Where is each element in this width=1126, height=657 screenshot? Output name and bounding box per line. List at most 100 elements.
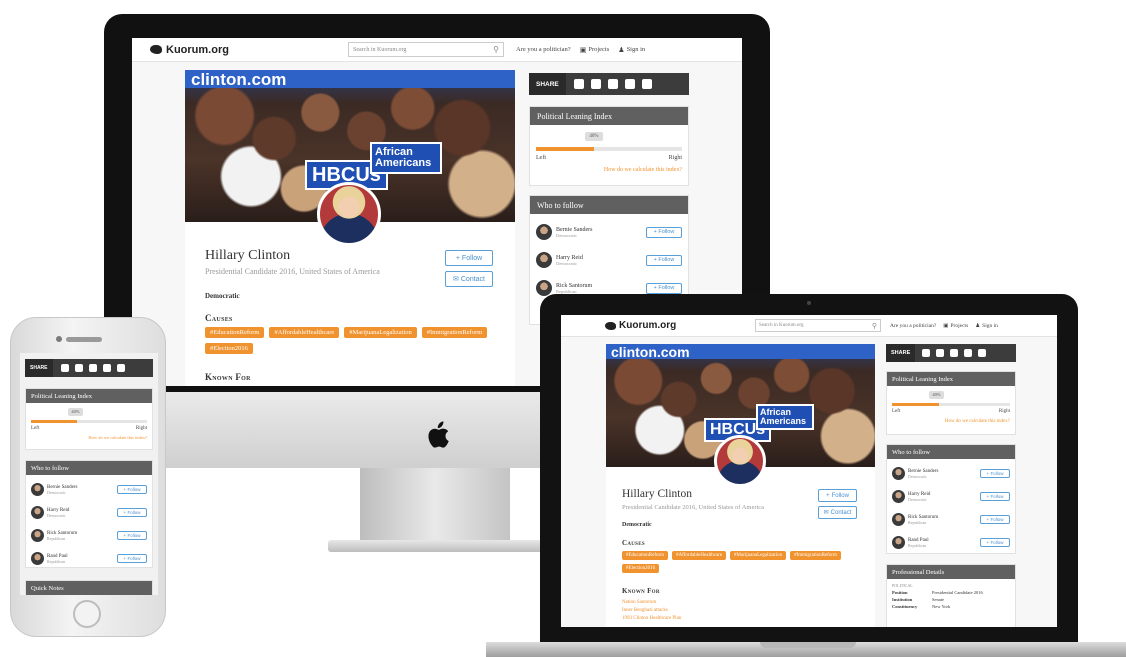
follow-person-button[interactable]: + Follow [980, 469, 1010, 478]
follow-label: Follow [658, 256, 675, 263]
imac-foot [328, 540, 542, 552]
cause-tag[interactable]: #EducationReform [205, 327, 265, 338]
projects-link[interactable]: ▣ Projects [580, 46, 610, 54]
follow-button[interactable]: + Follow [818, 489, 857, 502]
person-name[interactable]: Rick Santorum [556, 283, 592, 289]
politician-link[interactable]: Are you a politician? [516, 46, 571, 53]
list-item: Bernie Sanders Democratic + Follow [536, 218, 682, 246]
person-name[interactable]: Rick Santorum [908, 515, 938, 520]
site-logo[interactable]: Kuorum.org [605, 320, 755, 331]
person-name[interactable]: Rand Paul [908, 538, 929, 543]
causes-heading: Causes [622, 539, 645, 547]
leaning-value: 40% [929, 391, 944, 399]
follow-person-button[interactable]: + Follow [117, 508, 147, 517]
person-name[interactable]: Harry Reid [556, 255, 583, 261]
person-name[interactable]: Bernie Sanders [556, 227, 593, 233]
hero-banner-top: clinton.com [606, 344, 875, 359]
reddit-icon[interactable] [624, 79, 635, 89]
navbar: Kuorum.org Search in Kuorum.org ⚲ Are yo… [561, 315, 1057, 337]
follow-person-button[interactable]: + Follow [980, 515, 1010, 524]
signin-link[interactable]: ♟ Sign in [618, 46, 645, 54]
projects-label: Projects [950, 322, 969, 329]
search-icon[interactable]: ⚲ [493, 45, 499, 54]
signin-link[interactable]: ♟ Sign in [975, 323, 998, 329]
cause-tag[interactable]: #MarijuanaLegalization [730, 551, 787, 560]
reddit-icon[interactable] [964, 349, 973, 357]
cause-tag[interactable]: #MarijuanaLegalization [344, 327, 417, 338]
googleplus-icon[interactable] [950, 349, 959, 357]
linkedin-icon[interactable] [116, 364, 125, 372]
person-info: Rick Santorum Republican [31, 529, 77, 542]
site-logo[interactable]: Kuorum.org [150, 44, 330, 56]
follow-person-button[interactable]: + Follow [117, 554, 147, 563]
professional-heading: Professional Details [887, 565, 1015, 579]
politician-link[interactable]: Are you a politician? [890, 323, 936, 329]
avatar [31, 529, 44, 542]
cause-tag[interactable]: #AffordableHealthcare [672, 551, 727, 560]
causes-heading: Causes [205, 313, 233, 323]
person-name[interactable]: Bernie Sanders [908, 469, 938, 474]
projects-link[interactable]: ▣ Projects [943, 323, 968, 329]
person-name[interactable]: Harry Reid [47, 508, 69, 513]
phone-camera [56, 336, 62, 342]
search-input[interactable]: Search in Kuorum.org ⚲ [755, 319, 881, 332]
person-info: Harry Reid Democratic [536, 252, 583, 268]
cause-tag[interactable]: #AffordableHealthcare [269, 327, 340, 338]
follow-person-button[interactable]: + Follow [646, 226, 682, 238]
facebook-icon[interactable] [60, 364, 69, 372]
professional-row: Constituency New York [892, 603, 1010, 610]
leaning-how-link[interactable]: How do we calculate this index? [88, 435, 147, 440]
leaning-heading: Political Leaning Index [530, 107, 688, 125]
professional-rows: Position Presidential Candidate 2016 Inst… [887, 589, 1015, 610]
leaning-how-link[interactable]: How do we calculate this index? [604, 167, 682, 173]
search-input[interactable]: Search in Kuorum.org ⚲ [348, 42, 504, 57]
avatar [892, 536, 905, 549]
follow-person-button[interactable]: + Follow [980, 538, 1010, 547]
googleplus-icon[interactable] [607, 79, 618, 89]
googleplus-icon[interactable] [88, 364, 97, 372]
contact-button[interactable]: ✉ Contact [818, 506, 857, 519]
person-name[interactable]: Bernie Sanders [47, 485, 77, 490]
search-icon[interactable]: ⚲ [872, 322, 877, 330]
follow-person-button[interactable]: + Follow [646, 254, 682, 266]
twitter-icon[interactable] [590, 79, 601, 89]
follow-label: Follow [461, 254, 483, 262]
facebook-icon[interactable] [573, 79, 584, 89]
reddit-icon[interactable] [102, 364, 111, 372]
leaning-value: 40% [585, 132, 603, 141]
person-name[interactable]: Harry Reid [908, 492, 930, 497]
search-placeholder: Search in Kuorum.org [759, 323, 804, 328]
follow-label: Follow [658, 228, 675, 235]
follow-person-button[interactable]: + Follow [117, 531, 147, 540]
person-name[interactable]: Rand Paul [47, 554, 68, 559]
cause-tag[interactable]: #ImmigrationReform [790, 551, 841, 560]
known-for-item[interactable]: Nation Santorum [622, 599, 681, 607]
follow-person-button[interactable]: + Follow [980, 492, 1010, 501]
follow-person-button[interactable]: + Follow [646, 282, 682, 294]
professional-panel: Professional Details POLITICAL Position P… [886, 564, 1016, 627]
leaning-bar-fill [536, 147, 595, 151]
user-icon: ♟ [618, 45, 625, 54]
linkedin-icon[interactable] [978, 349, 987, 357]
person-name[interactable]: Rick Santorum [47, 531, 77, 536]
contact-button[interactable]: ✉ Contact [445, 271, 493, 287]
cause-tag[interactable]: #ImmigrationReform [421, 327, 488, 338]
twitter-icon[interactable] [74, 364, 83, 372]
causes-list: #EducationReform #AffordableHealthcare #… [205, 327, 505, 354]
known-for-item[interactable]: Inner Benghazi attacks [622, 607, 681, 615]
follow-person-button[interactable]: + Follow [117, 485, 147, 494]
known-for-item[interactable]: 1993 Clinton Healthcare Plan [622, 615, 681, 623]
cause-tag[interactable]: #EducationReform [622, 551, 669, 560]
cause-tag[interactable]: #Election2016 [205, 343, 253, 354]
twitter-icon[interactable] [936, 349, 945, 357]
facebook-icon[interactable] [922, 349, 931, 357]
linkedin-icon[interactable] [641, 79, 652, 89]
leaning-how-link[interactable]: How do we calculate this index? [945, 419, 1010, 424]
known-for-list: Nation Santorum Inner Benghazi attacks 1… [622, 599, 681, 623]
who-to-follow-list: Bernie Sanders Democratic + Follow Harry … [530, 214, 688, 306]
leaning-left: Left [31, 426, 40, 431]
cause-tag[interactable]: #Election2016 [622, 564, 660, 573]
follow-button[interactable]: + Follow [445, 250, 493, 266]
profile-name: Hillary Clinton [205, 248, 291, 263]
share-label: SHARE [25, 359, 53, 377]
